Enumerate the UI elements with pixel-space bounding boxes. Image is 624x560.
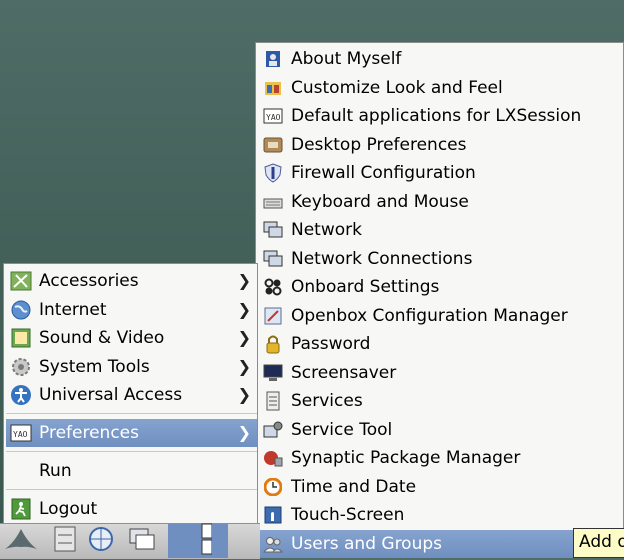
svg-text:YAO: YAO xyxy=(13,430,28,439)
accessories-icon xyxy=(10,270,32,292)
menu-item-preferences[interactable]: YAO Preferences ❯ xyxy=(6,419,257,447)
openbox-icon xyxy=(263,306,283,326)
menu-item-time-date[interactable]: Time and Date xyxy=(258,473,623,502)
logout-icon xyxy=(10,498,32,520)
menu-separator xyxy=(6,489,257,490)
network-connections-icon xyxy=(263,249,283,269)
web-browser-button[interactable] xyxy=(86,526,116,556)
service-tool-icon xyxy=(263,420,283,440)
network-icon xyxy=(263,220,283,240)
time-date-icon xyxy=(263,477,283,497)
menu-item-sound-video[interactable]: Sound & Video ❯ xyxy=(6,324,257,352)
menu-item-universal-access[interactable]: Universal Access ❯ xyxy=(6,381,257,409)
menu-item-customize-look[interactable]: Customize Look and Feel xyxy=(258,74,623,103)
system-tools-icon xyxy=(10,356,32,378)
show-desktop-button[interactable] xyxy=(127,526,157,556)
menu-item-services[interactable]: Services xyxy=(258,387,623,416)
menu-item-synaptic[interactable]: Synaptic Package Manager xyxy=(258,444,623,473)
web-browser-icon xyxy=(88,526,114,557)
chevron-right-icon: ❯ xyxy=(237,356,251,376)
menu-item-network[interactable]: Network xyxy=(258,216,623,245)
menu-item-about-myself[interactable]: About Myself xyxy=(258,45,623,74)
file-manager-icon xyxy=(53,526,77,557)
services-icon xyxy=(263,391,283,411)
internet-icon xyxy=(10,299,32,321)
menu-item-keyboard-mouse[interactable]: Keyboard and Mouse xyxy=(258,188,623,217)
synaptic-icon xyxy=(263,448,283,468)
menu-item-logout[interactable]: Logout xyxy=(6,495,257,523)
menu-item-password[interactable]: Password xyxy=(258,330,623,359)
lxsession-icon: YAO xyxy=(263,106,283,126)
taskbar xyxy=(0,523,260,559)
keyboard-icon xyxy=(263,192,283,212)
chevron-right-icon: ❯ xyxy=(237,299,251,319)
screensaver-icon xyxy=(263,363,283,383)
menu-item-onboard-settings[interactable]: Onboard Settings xyxy=(258,273,623,302)
preferences-submenu: About Myself Customize Look and Feel YAO… xyxy=(255,42,624,558)
workspace-icon xyxy=(184,523,213,560)
menu-item-accessories[interactable]: Accessories ❯ xyxy=(6,267,257,295)
menu-item-touch-screen[interactable]: Touch-Screen xyxy=(258,501,623,530)
touchscreen-icon xyxy=(263,505,283,525)
start-menu-button[interactable] xyxy=(4,526,38,556)
users-groups-icon xyxy=(263,534,283,554)
main-menu: Accessories ❯ Internet ❯ Sound & Video ❯… xyxy=(3,263,258,529)
tooltip: Add o xyxy=(573,528,624,558)
chevron-right-icon: ❯ xyxy=(237,271,251,290)
menu-item-run[interactable]: Run xyxy=(6,457,257,485)
chevron-right-icon: ❯ xyxy=(237,328,251,347)
menu-item-default-applications[interactable]: YAO Default applications for LXSession xyxy=(258,102,623,131)
menu-item-network-connections[interactable]: Network Connections xyxy=(258,245,623,274)
menu-item-internet[interactable]: Internet ❯ xyxy=(6,296,257,324)
menu-separator xyxy=(6,451,257,452)
workspace-switcher[interactable] xyxy=(168,523,228,560)
menu-item-screensaver[interactable]: Screensaver xyxy=(258,359,623,388)
desktop-preferences-icon xyxy=(263,135,283,155)
chevron-right-icon: ❯ xyxy=(237,385,251,404)
sound-video-icon xyxy=(10,327,32,349)
file-manager-button[interactable] xyxy=(50,526,80,556)
svg-text:YAO: YAO xyxy=(266,113,281,122)
menu-item-firewall[interactable]: Firewall Configuration xyxy=(258,159,623,188)
menu-item-system-tools[interactable]: System Tools ❯ xyxy=(6,353,257,381)
chevron-right-icon: ❯ xyxy=(237,423,251,442)
menu-item-users-groups[interactable]: Users and Groups xyxy=(258,529,623,558)
about-myself-icon xyxy=(263,49,283,69)
preferences-icon: YAO xyxy=(10,422,32,444)
password-lock-icon xyxy=(263,334,283,354)
lxde-logo-icon xyxy=(4,527,38,556)
menu-item-service-tool[interactable]: Service Tool xyxy=(258,416,623,445)
menu-item-desktop-preferences[interactable]: Desktop Preferences xyxy=(258,131,623,160)
menu-separator xyxy=(6,413,257,414)
firewall-icon xyxy=(263,163,283,183)
universal-access-icon xyxy=(10,384,32,406)
windows-icon xyxy=(128,527,156,556)
customize-look-icon xyxy=(263,78,283,98)
menu-item-openbox-config[interactable]: Openbox Configuration Manager xyxy=(258,302,623,331)
onboard-icon xyxy=(263,277,283,297)
